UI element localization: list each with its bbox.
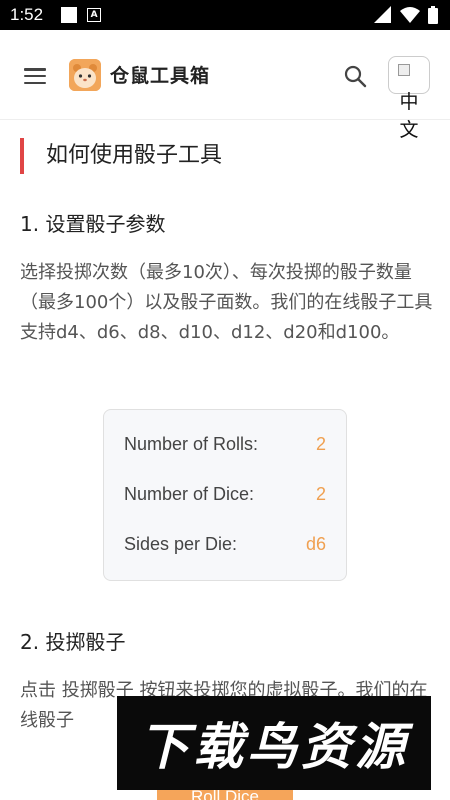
watermark-overlay: 下载鸟资源 <box>117 696 431 790</box>
settings-label: Number of Rolls: <box>124 434 259 454</box>
broken-image-icon <box>398 64 410 76</box>
signal-icon <box>374 6 391 23</box>
search-icon[interactable] <box>343 64 367 88</box>
settings-value: 2 <box>315 484 326 504</box>
app-title[interactable]: 仓鼠工具箱 <box>110 61 210 88</box>
notification-square-icon <box>61 7 78 23</box>
menu-icon[interactable] <box>24 68 46 84</box>
settings-label: Number of Dice: <box>124 484 255 504</box>
settings-label: Sides per Die: <box>124 534 238 554</box>
a-icon: A <box>87 8 102 22</box>
dice-settings-card: Number of Rolls: 2 Number of Dice: 2 Sid… <box>103 409 347 581</box>
section-title: 如何使用骰子工具 <box>20 138 222 174</box>
settings-row-sides: Sides per Die: d6 <box>124 534 326 555</box>
hamster-icon[interactable] <box>69 59 101 91</box>
settings-row-dice: Number of Dice: 2 <box>124 484 326 505</box>
wifi-icon <box>400 7 420 23</box>
status-bar: 1:52 A <box>0 0 450 30</box>
settings-row-rolls: Number of Rolls: 2 <box>124 434 326 455</box>
settings-value: 2 <box>315 434 326 454</box>
step1-heading: 1. 设置骰子参数 <box>20 212 166 236</box>
battery-icon <box>428 6 438 24</box>
step2-heading: 2. 投掷骰子 <box>20 630 126 654</box>
app-header: 仓鼠工具箱 中文 <box>0 30 450 141</box>
status-time: 1:52 <box>10 5 44 24</box>
settings-value: d6 <box>305 534 326 554</box>
status-icons <box>374 6 438 24</box>
language-label[interactable]: 中文 <box>398 88 420 144</box>
step1-paragraph: 选择投掷次数（最多10次）、每次投掷的骰子数量（最多100个）以及骰子面数。我们… <box>20 262 433 343</box>
